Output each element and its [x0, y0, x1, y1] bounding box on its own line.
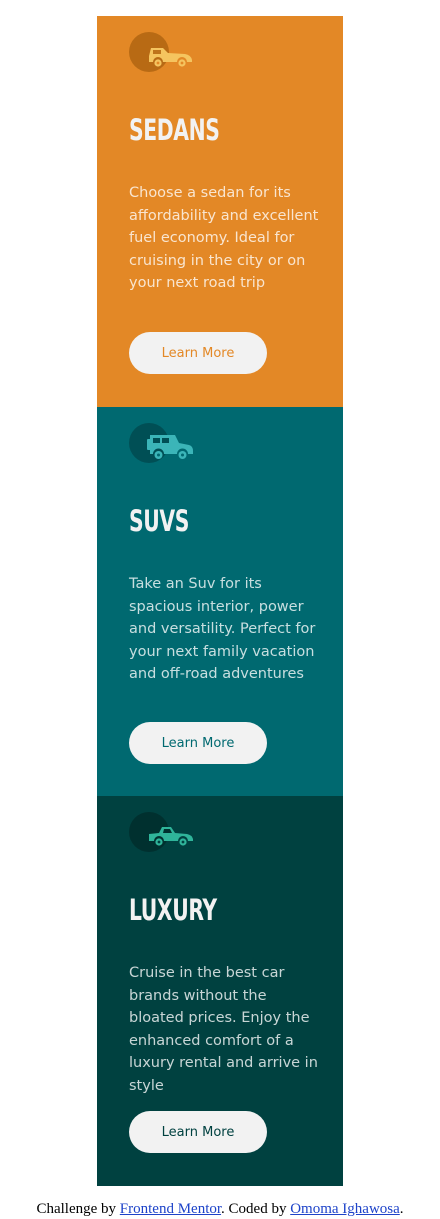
card-description: Take an Suv for its spacious interior, p…: [129, 576, 316, 682]
card-luxury: Luxury Cruise in the best car brands wit…: [97, 796, 343, 1186]
frontend-mentor-link[interactable]: Frontend Mentor: [120, 1201, 221, 1217]
car-cards-container: Sedans Choose a sedan for its affordabil…: [97, 16, 343, 1186]
learn-more-button[interactable]: Learn More: [129, 1111, 267, 1153]
card-sedans: Sedans Choose a sedan for its affordabil…: [97, 16, 343, 407]
card-description: Cruise in the best car brands without th…: [129, 965, 318, 1094]
card-suvs: Suvs Take an Suv for its spacious interi…: [97, 407, 343, 796]
attribution-footer: Challenge by Frontend Mentor. Coded by O…: [0, 1199, 440, 1219]
learn-more-button[interactable]: Learn More: [129, 332, 267, 374]
luxury-car-icon: [129, 812, 195, 852]
attribution-middle: . Coded by: [221, 1201, 291, 1217]
learn-more-button[interactable]: Learn More: [129, 722, 267, 764]
attribution-prefix: Challenge by: [36, 1201, 120, 1217]
card-title: Sedans: [129, 113, 220, 147]
card-title: Suvs: [129, 504, 190, 538]
card-title: Luxury: [129, 893, 217, 927]
author-link[interactable]: Omoma Ighawosa: [290, 1201, 400, 1217]
suv-car-icon: [129, 423, 195, 463]
attribution-suffix: .: [399, 1201, 404, 1217]
card-description: Choose a sedan for its affordability and…: [129, 185, 319, 291]
sedan-car-icon: [129, 32, 195, 72]
